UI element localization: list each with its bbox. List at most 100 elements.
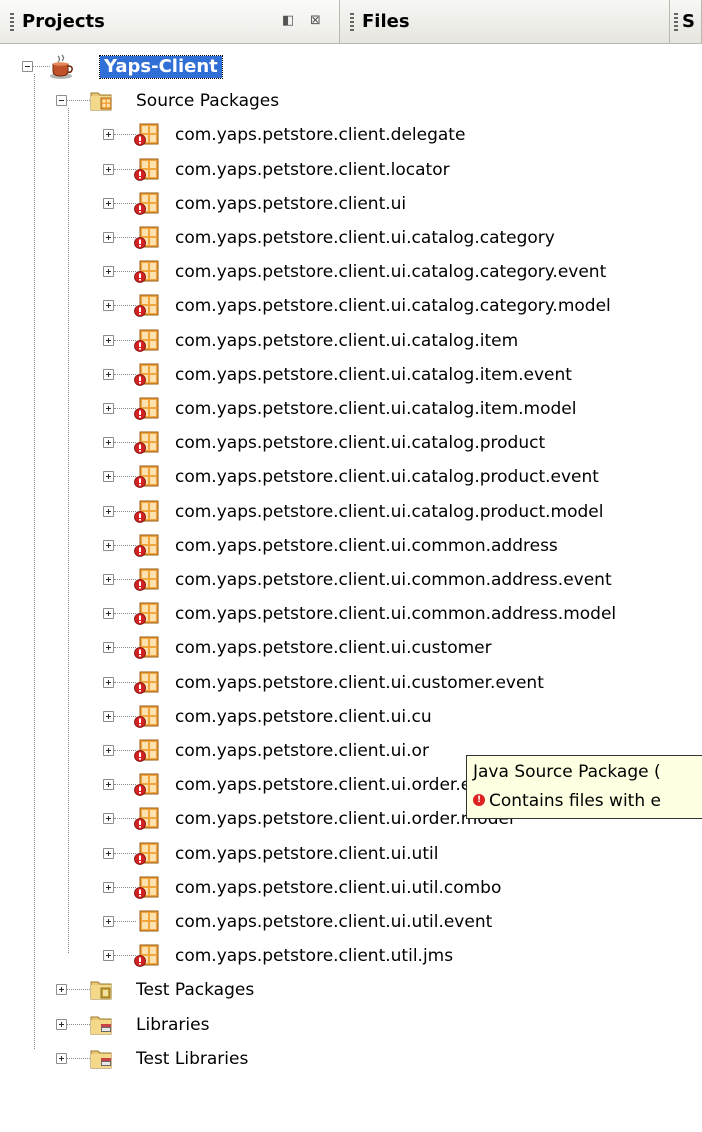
tree-node-project-root[interactable]: Yaps-Client <box>0 50 702 84</box>
node-label: com.yaps.petstore.client.ui.util.event <box>175 912 493 932</box>
package-icon <box>134 908 160 934</box>
collapse-toggle-icon[interactable] <box>56 95 67 107</box>
test-packages-folder-icon <box>88 976 114 1002</box>
expand-toggle-icon[interactable] <box>103 950 114 962</box>
package-error-icon <box>134 703 160 729</box>
tree-node-package[interactable]: com.yaps.petstore.client.ui.util.event <box>0 905 702 939</box>
tree-connector-line <box>114 202 136 204</box>
error-icon: ! <box>473 794 485 806</box>
expand-toggle-icon[interactable] <box>103 437 114 449</box>
tab-projects[interactable]: Projects ◧ ⊠ <box>0 0 340 43</box>
node-label: Test Libraries <box>136 1048 249 1069</box>
tree-node-package[interactable]: com.yaps.petstore.client.ui.util.combo <box>0 871 702 905</box>
expand-toggle-icon[interactable] <box>103 539 114 551</box>
node-label: com.yaps.petstore.client.ui.or <box>175 741 429 761</box>
tree-node-package[interactable]: com.yaps.petstore.client.ui.catalog.cate… <box>0 221 702 255</box>
tree-connector-line <box>114 613 136 615</box>
expand-toggle-icon[interactable] <box>103 368 114 380</box>
tree-node-package[interactable]: com.yaps.petstore.client.ui.catalog.item… <box>0 392 702 426</box>
expand-toggle-icon[interactable] <box>103 916 114 927</box>
node-label: com.yaps.petstore.client.ui.order.event <box>175 775 510 796</box>
tree-node-package[interactable]: com.yaps.petstore.client.ui.catalog.item… <box>0 358 702 392</box>
expand-toggle-icon[interactable] <box>103 608 114 620</box>
tree-node-package[interactable]: com.yaps.petstore.client.ui.cu <box>0 700 702 734</box>
tree-node-package[interactable]: com.yaps.petstore.client.ui <box>0 187 702 221</box>
expand-toggle-icon[interactable] <box>103 300 114 312</box>
expand-toggle-icon[interactable] <box>103 847 114 859</box>
expand-toggle-icon[interactable] <box>103 813 114 825</box>
node-label: com.yaps.petstore.client.delegate <box>175 125 466 146</box>
minimize-window-icon[interactable]: ◧ <box>282 13 294 28</box>
collapse-toggle-icon[interactable] <box>22 61 33 72</box>
expand-toggle-icon[interactable] <box>103 403 114 414</box>
package-error-icon <box>134 429 160 455</box>
expand-toggle-icon[interactable] <box>103 129 114 141</box>
tree-connector-line <box>114 852 136 854</box>
tree-node-package[interactable]: com.yaps.petstore.client.ui.catalog.prod… <box>0 495 702 529</box>
expand-toggle-icon[interactable] <box>56 1052 67 1064</box>
tree-connector-line <box>114 750 136 751</box>
tab-label: S <box>682 11 695 32</box>
drag-grip-icon[interactable] <box>350 12 354 31</box>
package-error-icon <box>134 942 160 968</box>
drag-grip-icon[interactable] <box>10 12 14 31</box>
tree-connector-line <box>114 544 136 546</box>
tree-node-package[interactable]: com.yaps.petstore.client.ui.catalog.cate… <box>0 289 702 323</box>
tree-node-package[interactable]: com.yaps.petstore.client.ui.common.addre… <box>0 563 702 597</box>
package-error-icon <box>134 463 160 489</box>
tree-connector-line <box>114 168 136 170</box>
expand-toggle-icon[interactable] <box>103 266 114 278</box>
tooltip-title: Java Source Package ( <box>473 762 661 782</box>
tree-connector-line <box>114 921 136 922</box>
expand-toggle-icon[interactable] <box>103 710 114 722</box>
tree-node-package[interactable]: com.yaps.petstore.client.ui.util <box>0 837 702 871</box>
tree-node-package[interactable]: com.yaps.petstore.client.util.jms <box>0 939 702 973</box>
expand-toggle-icon[interactable] <box>103 232 114 243</box>
close-window-icon[interactable]: ⊠ <box>310 13 321 28</box>
tree-node-package[interactable]: com.yaps.petstore.client.locator <box>0 153 702 187</box>
tree-node-libraries[interactable]: Libraries <box>0 1008 702 1042</box>
package-error-icon <box>134 361 160 387</box>
tree-connector-line <box>114 373 136 375</box>
package-error-icon <box>134 121 160 147</box>
tab-services[interactable]: S <box>670 0 702 43</box>
tooltip-error-line: ! Contains files with e <box>473 787 702 816</box>
tree-node-package[interactable]: com.yaps.petstore.client.ui.catalog.prod… <box>0 426 702 460</box>
expand-toggle-icon[interactable] <box>103 505 114 517</box>
drag-grip-icon[interactable] <box>674 12 678 31</box>
tree-connector-line <box>67 1023 90 1025</box>
expand-toggle-icon[interactable] <box>103 642 114 654</box>
expand-toggle-icon[interactable] <box>103 471 114 483</box>
tree-node-package[interactable]: com.yaps.petstore.client.ui.common.addre… <box>0 597 702 631</box>
tree-connector-line <box>114 442 136 444</box>
package-error-icon <box>134 292 160 318</box>
tree-node-package[interactable]: com.yaps.petstore.client.ui.customer <box>0 631 702 665</box>
tree-connector-line <box>114 647 136 649</box>
tab-files[interactable]: Files <box>340 0 670 43</box>
expand-toggle-icon[interactable] <box>103 574 114 585</box>
tree-node-test-packages[interactable]: Test Packages <box>0 973 702 1007</box>
tree-node-package[interactable]: com.yaps.petstore.client.ui.catalog.item <box>0 324 702 358</box>
expand-toggle-icon[interactable] <box>103 779 114 791</box>
expand-toggle-icon[interactable] <box>56 1018 67 1030</box>
node-label: com.yaps.petstore.client.ui.util <box>175 843 439 864</box>
expand-toggle-icon[interactable] <box>103 676 114 688</box>
tree-connector-line <box>114 818 136 820</box>
tree-node-test-libraries[interactable]: Test Libraries <box>0 1042 702 1076</box>
package-error-icon <box>134 190 160 216</box>
libraries-folder-icon <box>88 1011 114 1037</box>
expand-toggle-icon[interactable] <box>103 197 114 209</box>
package-error-icon <box>134 532 160 558</box>
expand-toggle-icon[interactable] <box>103 163 114 175</box>
expand-toggle-icon[interactable] <box>56 984 67 996</box>
expand-toggle-icon[interactable] <box>103 745 114 756</box>
tree-node-package[interactable]: com.yaps.petstore.client.ui.catalog.prod… <box>0 460 702 494</box>
tree-node-source-packages[interactable]: Source Packages <box>0 84 702 118</box>
expand-toggle-icon[interactable] <box>103 334 114 346</box>
tree-node-package[interactable]: com.yaps.petstore.client.delegate <box>0 118 702 152</box>
expand-toggle-icon[interactable] <box>103 881 114 893</box>
coffee-cup-project-icon <box>48 53 74 79</box>
tree-node-package[interactable]: com.yaps.petstore.client.ui.common.addre… <box>0 529 702 563</box>
tree-node-package[interactable]: com.yaps.petstore.client.ui.customer.eve… <box>0 666 702 700</box>
tree-node-package[interactable]: com.yaps.petstore.client.ui.catalog.cate… <box>0 255 702 289</box>
